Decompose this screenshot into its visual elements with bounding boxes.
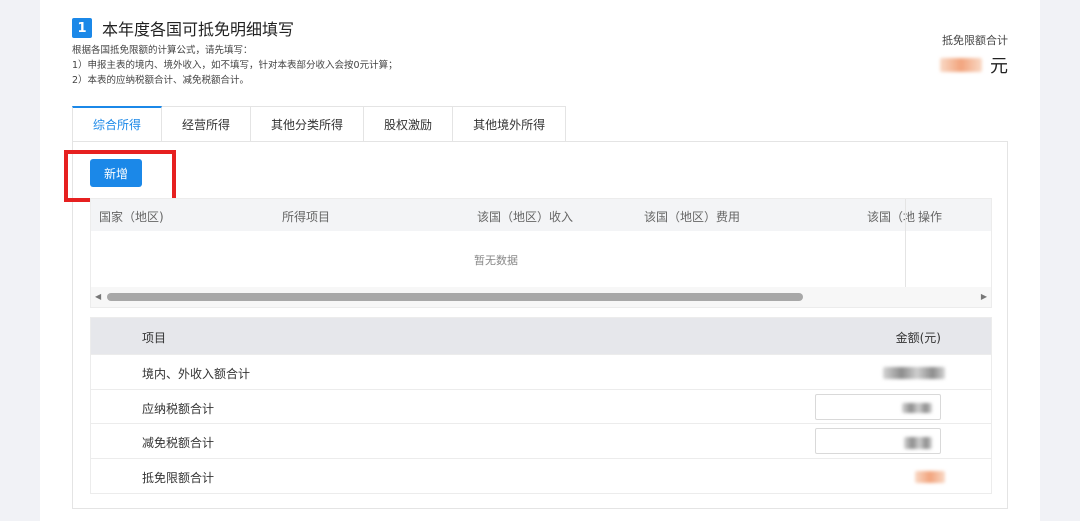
add-button[interactable]: 新增 xyxy=(90,159,142,187)
tab-other-classified-income[interactable]: 其他分类所得 xyxy=(251,106,365,142)
column-header-country-income: 该国（地区）收入 xyxy=(477,210,574,224)
credit-limit-total-value-redacted xyxy=(940,58,982,72)
summary-table: 项目 金额(元) 境内、外收入额合计 应纳税额合计 减免税额合计 抵免限额合计 xyxy=(90,317,992,494)
row-label: 境内、外收入额合计 xyxy=(142,367,251,381)
credit-limit-total-unit: 元 xyxy=(990,56,1008,77)
column-header-income-item: 所得项目 xyxy=(282,210,331,224)
credit-limit-total-label: 抵免限额合计 xyxy=(942,34,1008,47)
instruction-notes: 根据各国抵免限额的计算公式，请先填写： 1）申报主表的境内、境外收入，如不填写，… xyxy=(72,43,398,88)
column-header-country: 国家（地区) xyxy=(99,210,164,224)
tab-business-income[interactable]: 经营所得 xyxy=(162,106,252,142)
empty-text: 暂无数据 xyxy=(474,254,518,267)
tax-payable-value-redacted xyxy=(902,402,932,413)
note-line: 根据各国抵免限额的计算公式，请先填写： xyxy=(72,45,253,56)
tab-other-overseas-income[interactable]: 其他境外所得 xyxy=(453,106,567,142)
row-label: 抵免限额合计 xyxy=(142,470,215,485)
grid-header: 国家（地区) 所得项目 该国（地区）收入 该国（地区）费用 该国（地 xyxy=(91,199,991,231)
section-header: 1 本年度各国可抵免明细填写 xyxy=(72,16,294,40)
section-title: 本年度各国可抵免明细填写 xyxy=(102,20,295,39)
operation-column: 操作 xyxy=(905,199,991,289)
summary-header-row: 项目 金额(元) xyxy=(91,318,991,355)
row-label: 减免税额合计 xyxy=(142,436,215,450)
scroll-left-icon[interactable]: ◀ xyxy=(95,292,101,301)
column-header-country-expense: 该国（地区）费用 xyxy=(644,210,741,224)
summary-row-tax-payable: 应纳税额合计 xyxy=(91,390,991,424)
horizontal-scrollbar[interactable]: ◀ ▶ xyxy=(91,287,991,307)
credit-limit-value-redacted xyxy=(915,470,945,483)
summary-row-total-income: 境内、外收入额合计 xyxy=(91,355,991,390)
row-label: 应纳税额合计 xyxy=(142,401,215,416)
credit-limit-total: 抵免限额合计 元 xyxy=(940,32,1008,78)
grid-empty-state: 暂无数据 xyxy=(91,231,991,289)
note-line: 1）申报主表的境内、境外收入，如不填写，针对本表部分收入会按0元计算； xyxy=(72,60,398,71)
foreign-income-grid: 国家（地区) 所得项目 该国（地区）收入 该国（地区）费用 该国（地 暂无数据 … xyxy=(90,198,992,308)
scroll-right-icon[interactable]: ▶ xyxy=(981,292,987,301)
tab-panel: 新增 国家（地区) 所得项目 该国（地区）收入 该国（地区）费用 该国（地 暂无… xyxy=(64,141,1008,509)
income-type-tabs: 综合所得 经营所得 其他分类所得 股权激励 其他境外所得 xyxy=(72,106,567,142)
tab-comprehensive-income[interactable]: 综合所得 xyxy=(72,106,163,142)
total-income-value-redacted xyxy=(883,367,945,379)
page-container: 1 本年度各国可抵免明细填写 根据各国抵免限额的计算公式，请先填写： 1）申报主… xyxy=(40,0,1040,521)
section-number-badge: 1 xyxy=(72,18,92,38)
summary-row-tax-reduction: 减免税额合计 xyxy=(91,424,991,459)
tax-reduction-input[interactable] xyxy=(815,428,941,454)
tax-reduction-value-redacted xyxy=(904,437,932,449)
scrollbar-thumb[interactable] xyxy=(107,293,803,301)
tab-equity-incentive[interactable]: 股权激励 xyxy=(364,106,454,142)
note-line: 2）本表的应纳税额合计、减免税额合计。 xyxy=(72,75,250,86)
summary-header-item: 项目 xyxy=(142,331,167,345)
column-header-operation: 操作 xyxy=(918,210,943,224)
summary-header-amount: 金额(元) xyxy=(895,331,941,345)
tax-payable-input[interactable] xyxy=(815,393,941,420)
summary-row-credit-limit: 抵免限额合计 xyxy=(91,459,991,494)
